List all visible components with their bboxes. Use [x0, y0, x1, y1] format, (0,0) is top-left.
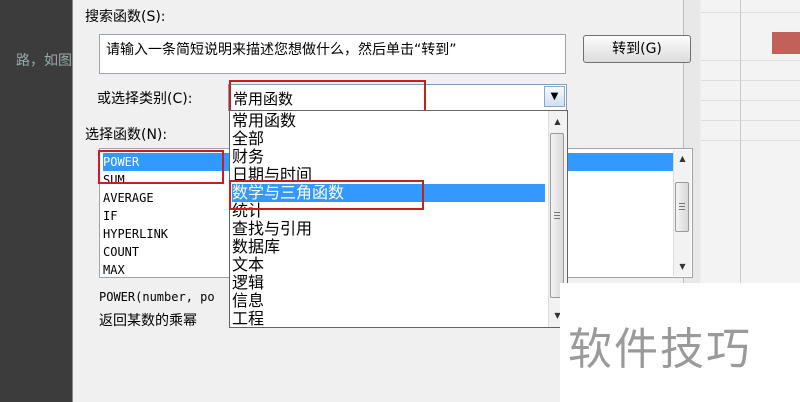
function-signature: POWER(number, po: [99, 290, 215, 304]
dropdown-scroll-thumb[interactable]: [550, 133, 564, 298]
annotation-box-math-category: [229, 180, 424, 210]
dropdown-option[interactable]: 常用函数: [232, 112, 545, 130]
dropdown-option[interactable]: 财务: [232, 148, 545, 166]
function-item[interactable]: IF: [103, 207, 117, 225]
dropdown-option[interactable]: 工程: [232, 310, 545, 328]
search-function-input[interactable]: 请输入一条简短说明来描述您想做什么，然后单击“转到”: [99, 34, 566, 74]
function-list-scrollbar[interactable]: ▲ ▼: [673, 150, 691, 276]
scroll-up-icon[interactable]: ▲: [549, 113, 566, 130]
scroll-up-icon[interactable]: ▲: [674, 150, 691, 167]
search-function-text: 请输入一条简短说明来描述您想做什么，然后单击“转到”: [106, 42, 457, 58]
chevron-down-icon[interactable]: ▼: [544, 86, 565, 107]
scroll-thumb[interactable]: [675, 182, 689, 232]
function-description: 返回某数的乘幂: [99, 313, 197, 329]
function-item[interactable]: HYPERLINK: [103, 225, 168, 243]
category-label: 或选择类别(C):: [97, 91, 193, 107]
dropdown-option[interactable]: 查找与引用: [232, 220, 545, 238]
dropdown-option[interactable]: 数据库: [232, 238, 545, 256]
background-article-text: 路，如图: [16, 53, 72, 69]
search-function-label: 搜索函数(S):: [85, 9, 166, 25]
watermark-text: 软件技巧: [568, 324, 752, 375]
watermark: 软件技巧: [560, 283, 800, 402]
scroll-down-icon[interactable]: ▼: [674, 258, 691, 275]
background-left: 路，如图: [0, 0, 72, 402]
function-item[interactable]: COUNT: [103, 243, 139, 261]
function-list-label: 选择函数(N):: [85, 127, 168, 143]
dropdown-option[interactable]: 逻辑: [232, 274, 545, 292]
spreadsheet-red-cell: [772, 32, 800, 54]
go-button[interactable]: 转到(G): [583, 35, 691, 63]
function-item[interactable]: AVERAGE: [103, 189, 154, 207]
dropdown-option[interactable]: 文本: [232, 256, 545, 274]
dropdown-option[interactable]: 全部: [232, 130, 545, 148]
dropdown-option[interactable]: 信息: [232, 292, 545, 310]
category-dropdown-list[interactable]: 常用函数 全部 财务 日期与时间 数学与三角函数 统计 查找与引用 数据库 文本…: [229, 110, 568, 328]
annotation-box-function: [98, 150, 224, 184]
function-item[interactable]: MAX: [103, 261, 125, 279]
